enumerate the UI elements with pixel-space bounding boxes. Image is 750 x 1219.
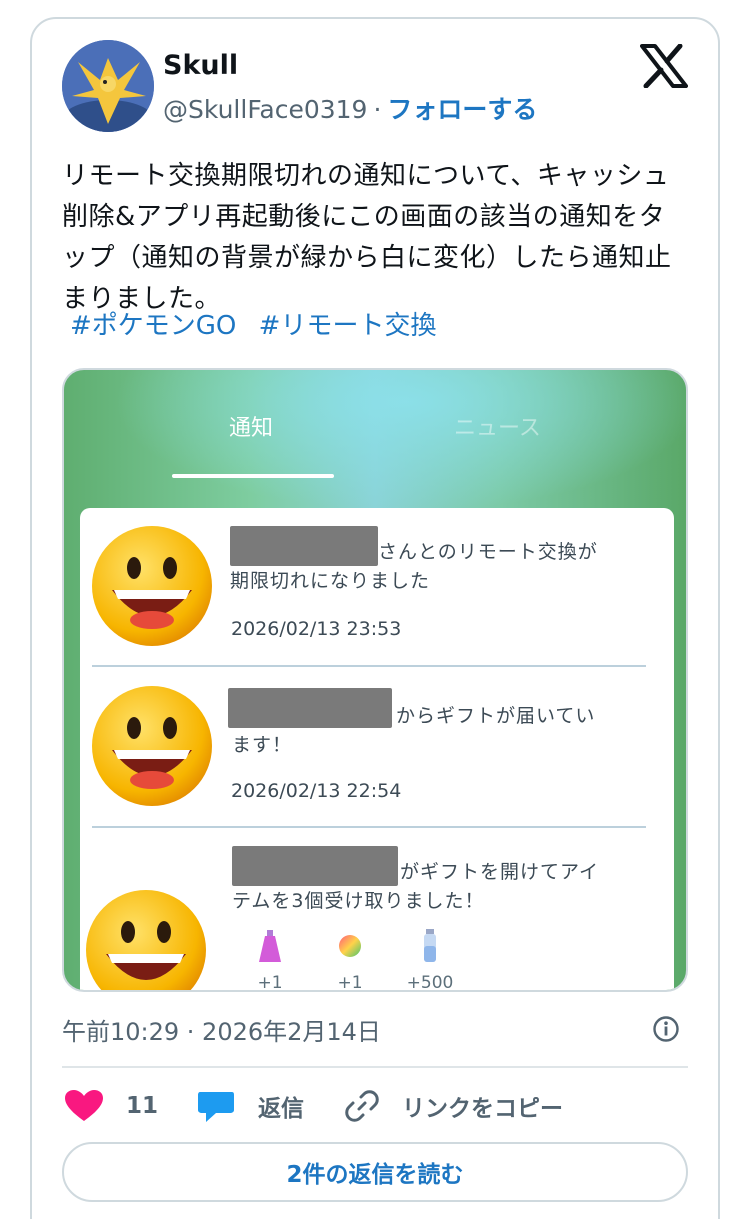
rainbow-ball-icon (339, 935, 361, 957)
notification-text: さんとのリモート交換が 期限切れになりました (230, 538, 598, 596)
notification-line2: 期限切れになりました (230, 570, 431, 592)
info-icon[interactable] (652, 1015, 680, 1043)
heart-icon (65, 1090, 103, 1121)
item-ball: +1 (324, 928, 376, 992)
smiley-icon (92, 686, 212, 806)
notification-line1: さんとのリモート交換が (378, 541, 598, 563)
copy-link-button[interactable]: リンクをコピー (344, 1084, 563, 1128)
author-handle[interactable]: @SkullFace0319 (163, 95, 367, 124)
hashtag-pokemongo[interactable]: #ポケモンGO (70, 311, 236, 341)
notification-divider (92, 826, 646, 828)
tab-active-indicator (172, 474, 334, 478)
link-icon (345, 1090, 379, 1122)
like-count: 11 (126, 1093, 159, 1119)
copy-link-label: リンクをコピー (402, 1096, 563, 1122)
tab-news: ニュース (454, 416, 541, 441)
x-logo-icon[interactable] (640, 44, 688, 88)
like-button[interactable]: 11 (64, 1084, 158, 1128)
divider (62, 1066, 688, 1068)
item-potion: +500 (404, 928, 456, 992)
reply-label: 返信 (258, 1096, 304, 1122)
tweet-text: リモート交換期限切れの通知について、キャッシュ削除&アプリ再起動後にこの画面の該… (62, 161, 672, 314)
notification-line1: からギフトが届いてい (396, 705, 596, 727)
screenshot-background (64, 370, 686, 530)
notification-line2: テムを3個受け取りました！ (232, 890, 485, 912)
item-count: +1 (337, 973, 363, 992)
author-handle-row: @SkullFace0319 · フォローする (163, 90, 537, 126)
notification-text: からギフトが届いてい ます！ (232, 702, 595, 760)
item-count: +1 (257, 973, 283, 992)
reply-button[interactable]: 返信 (196, 1084, 304, 1128)
tab-notifications: 通知 (229, 416, 274, 441)
separator-dot: · (373, 95, 382, 124)
follow-button[interactable]: フォローする (387, 95, 537, 124)
hashtag-remote-trade[interactable]: #リモート交換 (259, 311, 437, 341)
author-name[interactable]: Skull (163, 50, 238, 81)
tweet-timestamp[interactable]: 午前10:29 · 2026年2月14日 (62, 1012, 381, 1047)
action-bar: 11 返信 リンクをコピー (62, 1084, 688, 1128)
pink-incense-icon (259, 930, 281, 962)
notification-text: がギフトを開けてアイ テムを3個受け取りました！ (232, 858, 599, 916)
item-count: +500 (406, 973, 454, 992)
avatar[interactable] (62, 40, 154, 132)
hashtags: #ポケモンGO #リモート交換 (70, 306, 450, 347)
notification-line1: がギフトを開けてアイ (400, 861, 600, 883)
notification-panel: さんとのリモート交換が 期限切れになりました 2026/02/13 23:53 … (80, 508, 674, 992)
potion-icon (424, 929, 436, 962)
notification-date: 2026/02/13 23:53 (231, 618, 402, 640)
notification-date: 2026/02/13 22:54 (231, 780, 402, 802)
read-replies-button[interactable]: 2件の返信を読む (62, 1142, 688, 1202)
received-items: +1 +1 +500 (244, 928, 456, 992)
smiley-icon (92, 526, 212, 646)
reply-bubble-icon (198, 1092, 234, 1122)
attached-screenshot[interactable]: 通知 ニュース さんとのリモート交換が 期限切れになりました 2026/02/1… (62, 368, 688, 992)
notification-line2: ます！ (232, 734, 293, 756)
item-incense: +1 (244, 928, 296, 992)
smiley-icon (86, 890, 206, 990)
notification-divider (92, 665, 646, 667)
